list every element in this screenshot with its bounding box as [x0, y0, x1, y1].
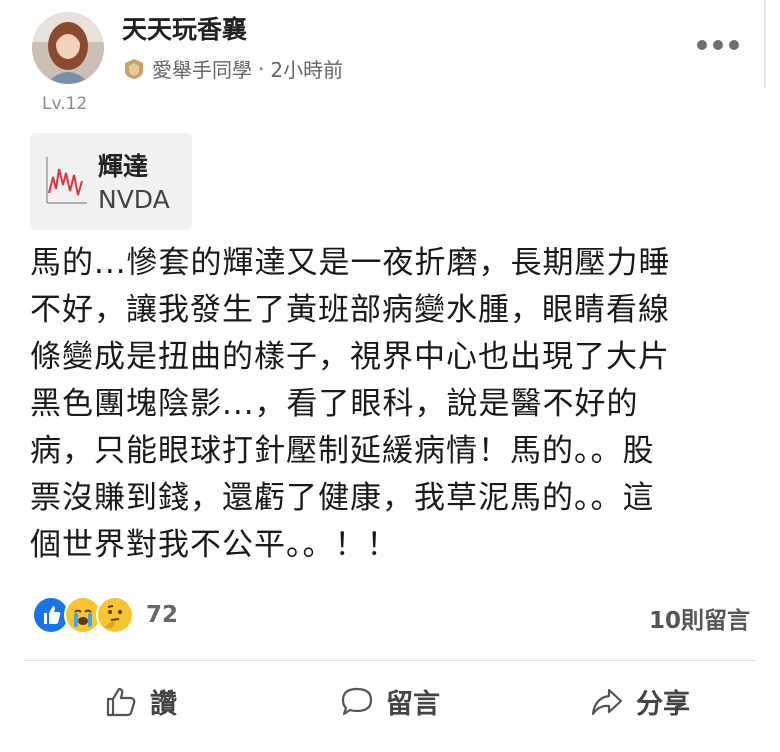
- content-line: 票沒賺到錢，還虧了健康，我草泥馬的。。這: [30, 480, 655, 516]
- post-time: 2小時前: [270, 58, 344, 82]
- post-meta: 愛舉手同學 · 2小時前: [124, 54, 343, 83]
- reactions-summary[interactable]: 72: [32, 596, 178, 634]
- content-line: 黑色團塊陰影...，看了眼科，說是醫不好的: [30, 386, 639, 422]
- content-line: 條變成是扭曲的樣子，視界中心也出現了大片: [30, 339, 670, 375]
- divider: [24, 660, 756, 661]
- share-arrow-icon: [591, 688, 623, 715]
- rank-badge-icon: [125, 58, 143, 79]
- comment-bubble-icon: [341, 687, 373, 715]
- more-options-button[interactable]: [697, 29, 739, 61]
- thinking-face-icon: [96, 596, 134, 634]
- content-line: 病，只能眼球打針壓制延緩病情！馬的。。股: [30, 433, 655, 469]
- comment-button[interactable]: 留言: [340, 682, 440, 721]
- dot-icon: [713, 40, 723, 50]
- action-bar: 讚 留言 分享: [0, 682, 780, 738]
- stock-name: 輝達: [98, 152, 149, 181]
- user-level: Lv.12: [42, 94, 88, 114]
- dot-icon: [729, 40, 739, 50]
- comments-count-link[interactable]: 10則留言: [649, 601, 750, 635]
- comment-label: 留言: [386, 689, 440, 720]
- scroll-edge: [764, 0, 766, 88]
- meta-separator: ·: [258, 56, 265, 81]
- dot-icon: [697, 40, 707, 50]
- post-content: 馬的...慘套的輝達又是一夜折磨，長期壓力睡 不好，讓我發生了黃班部病變水腫，眼…: [30, 240, 750, 569]
- author-name[interactable]: 天天玩香襄: [122, 10, 247, 46]
- share-label: 分享: [636, 689, 690, 720]
- stock-chart-icon: [46, 157, 87, 204]
- content-line: 個世界對我不公平。。！！: [30, 527, 399, 563]
- avatar-image: [32, 12, 104, 84]
- content-line: 馬的...慘套的輝達又是一夜折磨，長期壓力睡: [30, 245, 671, 281]
- stock-tag[interactable]: 輝達 NVDA: [30, 133, 192, 230]
- content-line: 不好，讓我發生了黃班部病變水腫，眼睛看線: [30, 292, 670, 328]
- thumbs-up-icon: [106, 687, 136, 716]
- post-card: Lv.12 天天玩香襄 愛舉手同學 · 2小時前 輝達 NVDA 馬的...慘套…: [0, 0, 780, 752]
- share-button[interactable]: 分享: [590, 682, 690, 721]
- like-button[interactable]: 讚: [104, 682, 177, 721]
- reaction-count: 72: [146, 602, 179, 628]
- like-label: 讚: [150, 689, 177, 720]
- stock-code: NVDA: [98, 185, 170, 214]
- avatar[interactable]: [32, 12, 104, 84]
- group-name[interactable]: 愛舉手同學: [152, 54, 252, 83]
